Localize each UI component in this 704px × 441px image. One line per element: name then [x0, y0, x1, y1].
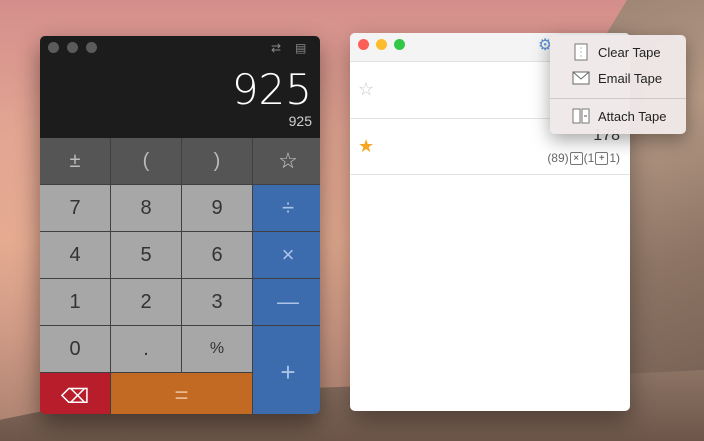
percent-key[interactable]: %	[182, 326, 252, 372]
calculator-traffic-lights	[48, 42, 97, 53]
menu-separator	[550, 98, 686, 99]
tape-row-formula: (89) × (1 + 1)	[547, 151, 620, 165]
key-9[interactable]: 9	[182, 185, 252, 231]
formula-close: 1)	[609, 151, 620, 165]
key-8[interactable]: 8	[111, 185, 181, 231]
key-6[interactable]: 6	[182, 232, 252, 278]
menu-item-label: Attach Tape	[598, 108, 667, 124]
menu-item-label: Email Tape	[598, 70, 663, 86]
open-paren-key[interactable]: (	[111, 138, 181, 184]
minus-key[interactable]: —	[253, 279, 320, 325]
key-0[interactable]: 0	[40, 326, 110, 372]
close-button[interactable]	[48, 42, 59, 53]
divide-key[interactable]: ÷	[253, 185, 320, 231]
key-1[interactable]: 1	[40, 279, 110, 325]
multiply-key[interactable]: ×	[253, 232, 320, 278]
key-5[interactable]: 5	[111, 232, 181, 278]
clear-tape-menu-item[interactable]: Clear Tape	[550, 40, 686, 64]
decimal-key[interactable]: .	[111, 326, 181, 372]
close-paren-key[interactable]: )	[182, 138, 252, 184]
tape-traffic-lights	[358, 39, 405, 50]
multiply-op-icon: ×	[569, 151, 583, 165]
keypad: ± ( ) ☆ 7 8 9 ÷ 4 5 6 × 1 2 3 — 0 . % + …	[40, 138, 320, 414]
clear-tape-icon	[570, 43, 592, 61]
attach-icon	[570, 107, 592, 125]
tape-minimize-button[interactable]	[376, 39, 387, 50]
calculator-window: ⇄ ▤ 925 925 ± ( ) ☆ 7 8 9 ÷ 4 5 6 × 1 2 …	[40, 36, 320, 414]
star-outline-icon[interactable]: ☆	[358, 79, 374, 100]
plus-minus-key[interactable]: ±	[40, 138, 110, 184]
equals-key[interactable]: =	[111, 373, 252, 414]
star-filled-icon[interactable]: ★	[358, 136, 374, 157]
swap-icon[interactable]: ⇄	[271, 42, 281, 54]
menu-item-label: Clear Tape	[598, 44, 661, 60]
delete-key[interactable]: ⌫	[40, 373, 110, 414]
plus-op-icon: +	[595, 151, 609, 165]
tape-close-button[interactable]	[358, 39, 369, 50]
minimize-button[interactable]	[67, 42, 78, 53]
display-secondary: 925	[288, 113, 312, 129]
formula-open: (89)	[547, 151, 569, 165]
attach-tape-menu-item[interactable]: Attach Tape	[550, 104, 686, 128]
email-icon	[570, 69, 592, 87]
display-value: 925	[231, 65, 312, 114]
zoom-button[interactable]	[86, 42, 97, 53]
key-3[interactable]: 3	[182, 279, 252, 325]
key-2[interactable]: 2	[111, 279, 181, 325]
formula-mid: (1	[583, 151, 595, 165]
tape-toggle-icon[interactable]: ▤	[295, 42, 306, 54]
plus-key[interactable]: +	[253, 326, 320, 414]
tape-zoom-button[interactable]	[394, 39, 405, 50]
key-4[interactable]: 4	[40, 232, 110, 278]
email-tape-menu-item[interactable]: Email Tape	[550, 66, 686, 90]
key-7[interactable]: 7	[40, 185, 110, 231]
star-key[interactable]: ☆	[253, 138, 320, 184]
tape-menu: Clear Tape Email Tape Attach Tape	[550, 35, 686, 134]
